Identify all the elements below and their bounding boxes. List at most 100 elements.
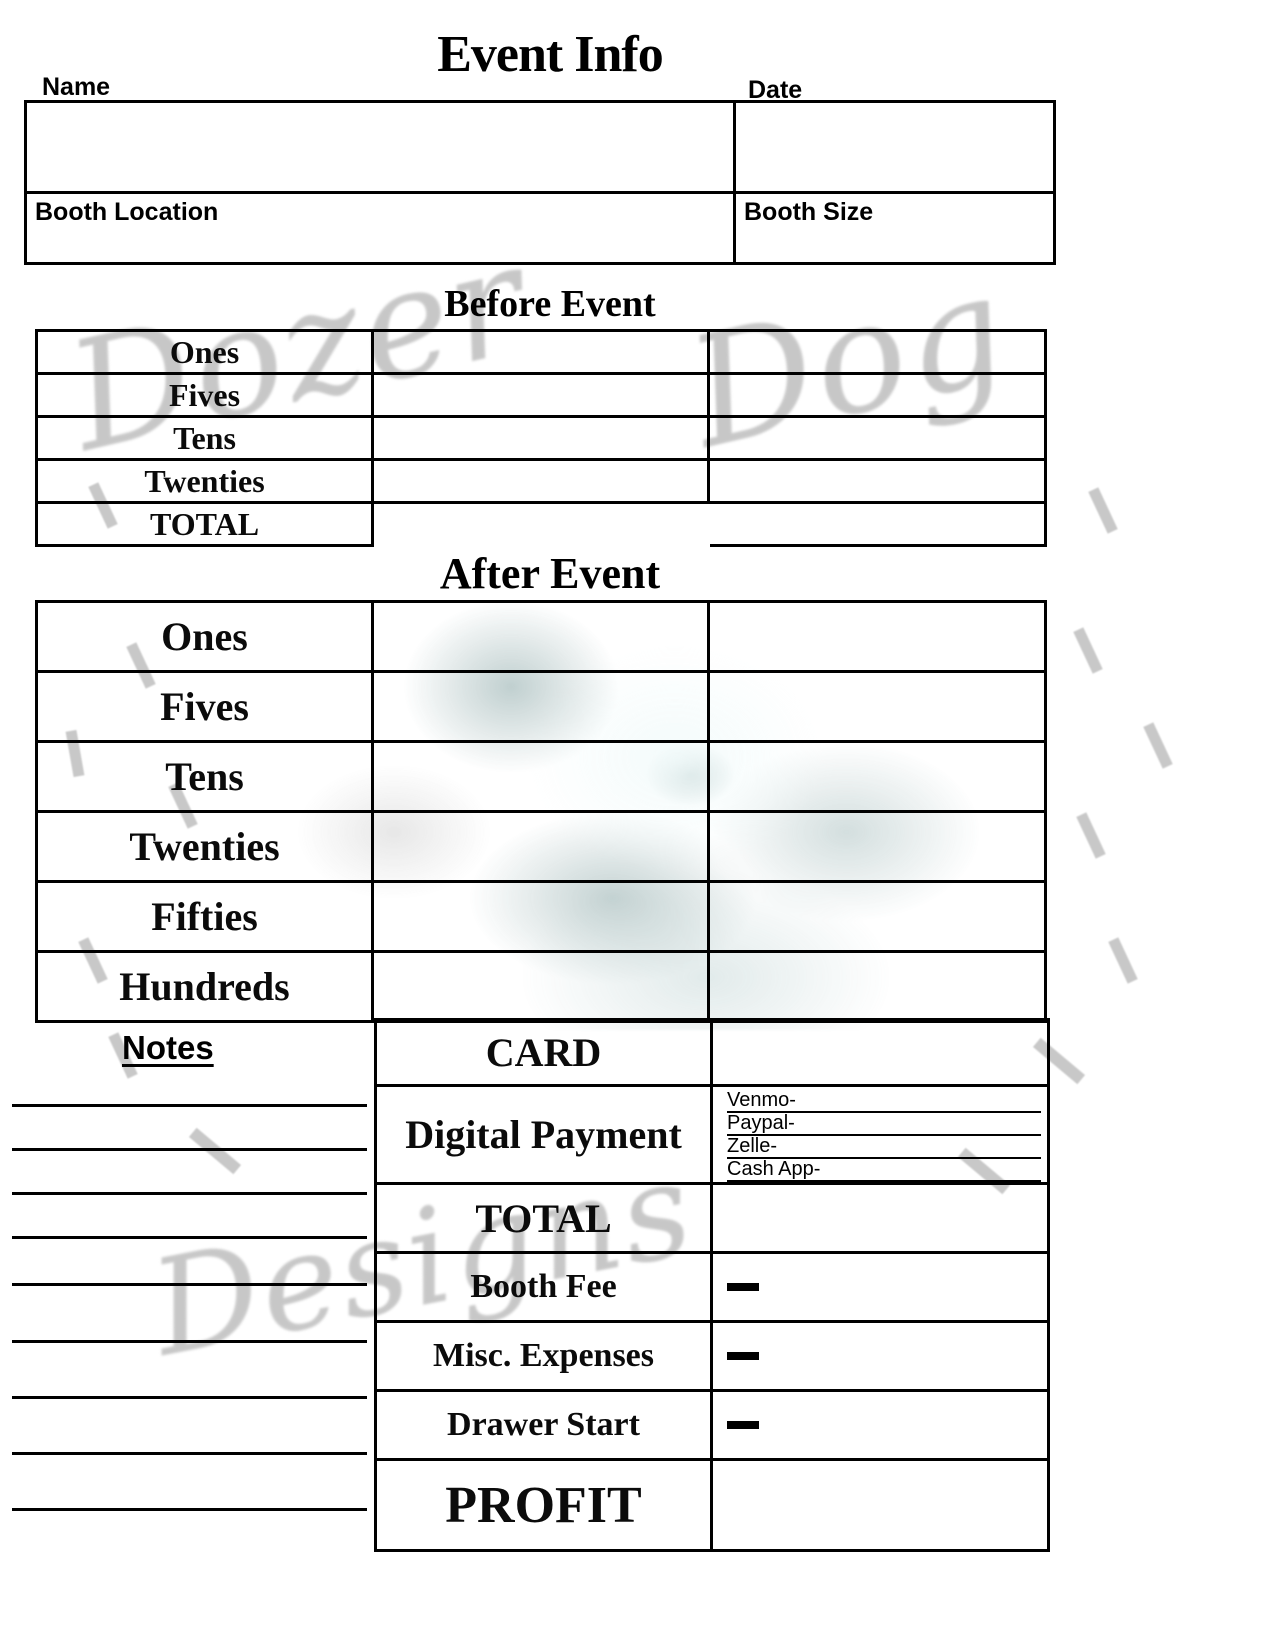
table-row: CARD xyxy=(374,1018,1050,1087)
profit-amount[interactable] xyxy=(710,1458,1050,1552)
page-title-event-info: Event Info xyxy=(437,26,663,83)
after-hundreds-amount[interactable] xyxy=(707,950,1047,1023)
booth-size-input-cell[interactable]: Booth Size xyxy=(733,191,1056,265)
worksheet-page: Dozer Dog Designs Event Info Name Date B… xyxy=(0,0,1275,1650)
table-row: Fives xyxy=(35,372,1047,418)
misc-expenses-amount[interactable] xyxy=(710,1320,1050,1392)
minus-sign-icon xyxy=(727,1421,759,1430)
row-label-fives: Fives xyxy=(35,372,374,418)
before-tens-count[interactable] xyxy=(371,415,710,461)
notes-line[interactable] xyxy=(12,1104,367,1107)
digital-method-cash-app[interactable]: Cash App- xyxy=(727,1159,1041,1182)
notes-line[interactable] xyxy=(12,1508,367,1511)
name-input-cell[interactable] xyxy=(24,100,736,194)
notes-line[interactable] xyxy=(12,1340,367,1343)
after-tens-count[interactable] xyxy=(371,740,710,813)
table-row: Misc. Expenses xyxy=(374,1320,1050,1392)
notes-line[interactable] xyxy=(12,1192,367,1195)
after-twenties-count[interactable] xyxy=(371,810,710,883)
date-input-cell[interactable] xyxy=(733,100,1056,194)
after-event-table: Ones Fives Tens Twenties Fifties Hundred… xyxy=(35,600,1047,1023)
table-row: Ones xyxy=(35,600,1047,673)
digital-payment-methods: Venmo- Paypal- Zelle- Cash App- xyxy=(713,1087,1047,1182)
before-tens-amount[interactable] xyxy=(707,415,1047,461)
section-title-before-event: Before Event xyxy=(444,283,656,325)
total-amount[interactable] xyxy=(710,1182,1050,1254)
table-row: Tens xyxy=(35,740,1047,813)
digital-method-zelle[interactable]: Zelle- xyxy=(727,1136,1041,1159)
before-total-spacer xyxy=(373,503,709,546)
table-row: Digital Payment Venmo- Paypal- Zelle- Ca… xyxy=(374,1084,1050,1185)
before-fives-count[interactable] xyxy=(371,372,710,418)
after-fives-amount[interactable] xyxy=(707,670,1047,743)
notes-line[interactable] xyxy=(12,1396,367,1399)
table-row: Fives xyxy=(35,670,1047,743)
booth-location-label: Booth Location xyxy=(35,198,219,226)
after-ones-count[interactable] xyxy=(371,600,710,673)
before-twenties-count[interactable] xyxy=(371,458,710,504)
notes-line[interactable] xyxy=(12,1236,367,1239)
bone-icon xyxy=(1143,722,1173,769)
label-date: Date xyxy=(748,76,803,104)
before-fives-amount[interactable] xyxy=(707,372,1047,418)
before-ones-count[interactable] xyxy=(371,329,710,375)
label-name: Name xyxy=(42,73,111,101)
notes-title: Notes xyxy=(122,1029,214,1066)
row-label-card: CARD xyxy=(374,1018,713,1087)
row-label-drawer-start: Drawer Start xyxy=(374,1389,713,1461)
row-label-hundreds: Hundreds xyxy=(35,950,374,1023)
table-row: PROFIT xyxy=(374,1458,1050,1552)
notes-line[interactable] xyxy=(12,1283,367,1286)
row-label-ones: Ones xyxy=(35,329,374,375)
row-label-twenties: Twenties xyxy=(35,810,374,883)
digital-payment-cell[interactable]: Venmo- Paypal- Zelle- Cash App- xyxy=(710,1084,1050,1185)
after-fifties-amount[interactable] xyxy=(707,880,1047,953)
event-info-table: Booth Location Booth Size xyxy=(24,100,1056,265)
digital-method-venmo[interactable]: Venmo- xyxy=(727,1090,1041,1113)
table-row: TOTAL xyxy=(374,1182,1050,1254)
row-label-tens: Tens xyxy=(35,740,374,813)
table-row: Booth Fee xyxy=(374,1251,1050,1323)
after-tens-amount[interactable] xyxy=(707,740,1047,813)
minus-sign-icon xyxy=(727,1352,759,1361)
table-row: Hundreds xyxy=(35,950,1047,1023)
booth-size-label: Booth Size xyxy=(744,198,874,226)
row-label-twenties: Twenties xyxy=(35,458,374,504)
after-fifties-count[interactable] xyxy=(371,880,710,953)
row-label-booth-fee: Booth Fee xyxy=(374,1251,713,1323)
table-row: Twenties xyxy=(35,810,1047,883)
before-ones-amount[interactable] xyxy=(707,329,1047,375)
section-title-after-event: After Event xyxy=(439,549,661,598)
after-hundreds-count[interactable] xyxy=(371,950,710,1023)
table-row: TOTAL xyxy=(35,501,1047,547)
payment-summary-table: CARD Digital Payment Venmo- Paypal- Zell… xyxy=(374,1018,1050,1552)
row-label-fives: Fives xyxy=(35,670,374,743)
bone-icon xyxy=(1073,627,1103,674)
table-row: Ones xyxy=(35,329,1047,375)
row-label-misc-expenses: Misc. Expenses xyxy=(374,1320,713,1392)
bone-icon xyxy=(1076,812,1106,859)
row-label-total: TOTAL xyxy=(35,501,374,547)
before-event-table: Ones Fives Tens Twenties TOTAL xyxy=(35,329,1047,547)
minus-sign-icon xyxy=(727,1283,759,1292)
before-total-amount[interactable] xyxy=(707,501,1047,547)
bone-icon xyxy=(188,1127,242,1175)
table-row xyxy=(24,100,1056,194)
booth-location-input-cell[interactable]: Booth Location xyxy=(24,191,736,265)
booth-fee-amount[interactable] xyxy=(710,1251,1050,1323)
after-ones-amount[interactable] xyxy=(707,600,1047,673)
before-twenties-amount[interactable] xyxy=(707,458,1047,504)
notes-line[interactable] xyxy=(12,1148,367,1151)
after-twenties-amount[interactable] xyxy=(707,810,1047,883)
card-amount[interactable] xyxy=(710,1018,1050,1087)
digital-method-paypal[interactable]: Paypal- xyxy=(727,1113,1041,1136)
bone-icon xyxy=(1108,937,1138,984)
drawer-start-amount[interactable] xyxy=(710,1389,1050,1461)
table-row: Drawer Start xyxy=(374,1389,1050,1461)
notes-line[interactable] xyxy=(12,1452,367,1455)
row-label-fifties: Fifties xyxy=(35,880,374,953)
after-fives-count[interactable] xyxy=(371,670,710,743)
row-label-digital-payment: Digital Payment xyxy=(374,1084,713,1185)
table-row: Tens xyxy=(35,415,1047,461)
row-label-tens: Tens xyxy=(35,415,374,461)
